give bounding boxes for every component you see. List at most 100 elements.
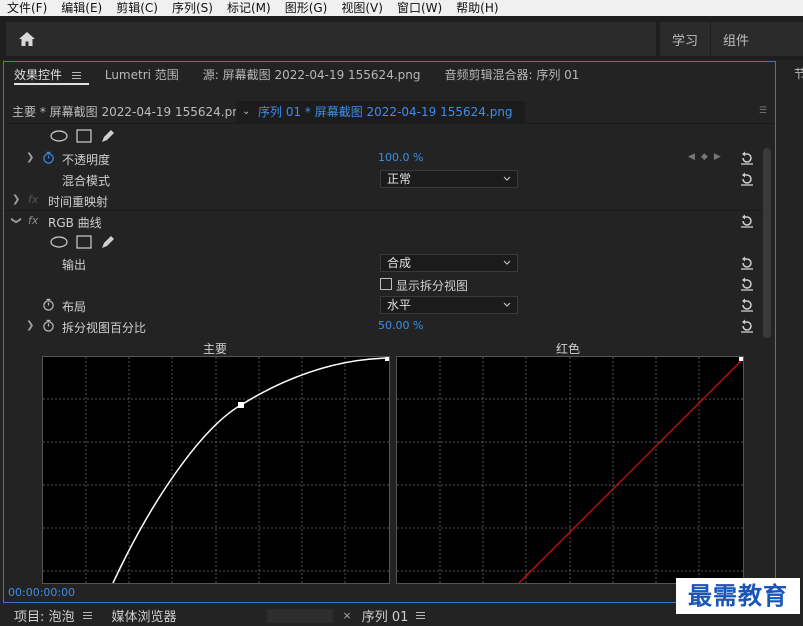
reset-icon[interactable]: [740, 319, 754, 333]
menu-window[interactable]: 窗口(W): [390, 0, 449, 16]
curve-endpoint[interactable]: [739, 357, 743, 361]
rectangle-mask-icon[interactable]: [76, 235, 92, 249]
tab-lumetri-scopes[interactable]: Lumetri 范围: [95, 62, 193, 88]
add-keyframe-icon[interactable]: ◆: [701, 152, 708, 162]
expand-chevron-icon[interactable]: ❯: [12, 194, 20, 205]
split-view-checkbox[interactable]: [380, 278, 392, 290]
rectangle-mask-icon[interactable]: [76, 129, 92, 143]
tab-audio-clip-mixer[interactable]: 音频剪辑混合器: 序列 01: [435, 62, 594, 88]
opacity-row: ❯ 不透明度 100.0 % ◀ ◆ ▶: [4, 148, 762, 169]
reset-icon[interactable]: [740, 151, 754, 165]
watermark-logo: 最需教育: [676, 578, 800, 614]
output-label: 输出: [62, 258, 87, 272]
fx-icon: fx: [28, 193, 39, 206]
menu-clip[interactable]: 剪辑(C): [109, 0, 165, 16]
menu-bar: 文件(F) 编辑(E) 剪辑(C) 序列(S) 标记(M) 图形(G) 视图(V…: [0, 0, 803, 16]
output-value: 合成: [387, 256, 412, 270]
panel-menu-icon[interactable]: [71, 70, 81, 81]
split-percent-label: 拆分视图百分比: [62, 321, 147, 335]
layout-dropdown[interactable]: 水平: [380, 296, 518, 314]
pen-mask-icon[interactable]: [100, 128, 116, 144]
curve-endpoint[interactable]: [385, 357, 389, 361]
workspace-header: 学习 组件: [0, 16, 803, 60]
workspace-tabs: 学习 组件: [660, 22, 803, 56]
panel-tabs: 效果控件 Lumetri 范围 源: 屏幕截图 2022-04-19 15562…: [4, 62, 775, 88]
ellipse-mask-icon[interactable]: [50, 130, 68, 142]
stopwatch-icon[interactable]: [42, 298, 55, 311]
menu-view[interactable]: 视图(V): [334, 0, 390, 16]
menu-help[interactable]: 帮助(H): [449, 0, 505, 16]
opacity-value[interactable]: 100.0 %: [378, 151, 423, 164]
fx-toggle-icon[interactable]: fx: [28, 214, 38, 227]
red-curve-line: [518, 358, 743, 583]
vertical-scrollbar[interactable]: [763, 148, 771, 338]
reset-icon[interactable]: [740, 256, 754, 270]
pen-mask-icon[interactable]: [100, 234, 116, 250]
blend-mode-label: 混合模式: [62, 174, 111, 188]
split-view-row: 显示拆分视图: [4, 274, 762, 295]
master-curve-editor[interactable]: [42, 356, 390, 584]
master-clip-label[interactable]: 主要 * 屏幕截图 2022-04-19 155624.png: [4, 103, 247, 120]
reset-icon[interactable]: [740, 172, 754, 186]
menu-marker[interactable]: 标记(M): [220, 0, 278, 16]
sequence-clip-text: 序列 01 * 屏幕截图 2022-04-19 155624.png: [258, 104, 513, 119]
home-icon[interactable]: [18, 30, 36, 48]
tab-project[interactable]: 项目: 泡泡: [14, 606, 75, 625]
workspace-learn[interactable]: 学习: [660, 30, 710, 49]
reset-icon[interactable]: [740, 277, 754, 291]
blend-mode-dropdown[interactable]: 正常: [380, 170, 518, 188]
chevron-down-icon: [503, 302, 511, 307]
right-panel-tab[interactable]: 节: [794, 65, 803, 82]
prev-keyframe-icon[interactable]: ◀: [688, 152, 695, 162]
master-curve-line: [112, 357, 389, 583]
reset-icon[interactable]: [740, 298, 754, 312]
tab-effect-controls[interactable]: 效果控件: [4, 62, 95, 88]
home-area: [6, 22, 656, 56]
close-icon[interactable]: ×: [343, 609, 352, 622]
effect-controls-panel: 效果控件 Lumetri 范围 源: 屏幕截图 2022-04-19 15562…: [3, 61, 776, 603]
stopwatch-icon[interactable]: [42, 151, 55, 164]
timecode[interactable]: 00:00:00:00: [8, 586, 75, 599]
blend-mode-value: 正常: [387, 172, 412, 186]
right-panel-strip: 节: [780, 61, 803, 603]
reset-icon[interactable]: [740, 214, 754, 228]
split-percent-value[interactable]: 50.00 %: [378, 319, 423, 332]
time-remap-row: ❯ fx 时间重映射: [4, 190, 762, 211]
menu-graphics[interactable]: 图形(G): [278, 0, 335, 16]
panel-menu-icon[interactable]: [82, 610, 92, 621]
grip-icon[interactable]: ☰: [759, 106, 767, 116]
expand-chevron-icon[interactable]: ❯: [26, 320, 34, 331]
stopwatch-icon[interactable]: [42, 319, 55, 332]
next-keyframe-icon[interactable]: ▶: [714, 152, 721, 162]
tab-source[interactable]: 源: 屏幕截图 2022-04-19 155624.png: [193, 62, 435, 88]
output-dropdown[interactable]: 合成: [380, 254, 518, 272]
mask-tools: [50, 234, 116, 250]
menu-sequence[interactable]: 序列(S): [165, 0, 220, 16]
master-curve-graph[interactable]: [43, 357, 389, 583]
tab-effect-controls-label: 效果控件: [14, 68, 63, 82]
tab-sequence[interactable]: 序列 01: [362, 606, 409, 625]
grid-lines: [397, 357, 743, 583]
red-curve-label: 红色: [556, 342, 581, 356]
curves-mask-row: [4, 232, 762, 253]
panel-menu-icon[interactable]: [416, 610, 426, 621]
menu-edit[interactable]: 编辑(E): [54, 0, 109, 16]
red-curve-graph[interactable]: [397, 357, 743, 583]
sequence-clip-label[interactable]: ⌄ 序列 01 * 屏幕截图 2022-04-19 155624.png: [236, 100, 525, 123]
ellipse-mask-icon[interactable]: [50, 236, 68, 248]
workspace-assembly[interactable]: 组件: [711, 30, 761, 49]
chevron-down-icon: [503, 260, 511, 265]
curve-control-point[interactable]: [238, 402, 244, 408]
menu-file[interactable]: 文件(F): [0, 0, 54, 16]
master-curve-label: 主要: [203, 342, 228, 356]
grid-lines: [43, 357, 389, 583]
collapse-chevron-icon[interactable]: ❯: [11, 216, 22, 224]
rgb-curves-label: RGB 曲线: [48, 216, 102, 230]
layout-value: 水平: [387, 298, 412, 312]
time-remap-label: 时间重映射: [48, 195, 109, 209]
red-curve-editor[interactable]: [396, 356, 744, 584]
expand-chevron-icon[interactable]: ❯: [26, 152, 34, 163]
layout-row: 布局 水平: [4, 295, 762, 316]
panel-divider: [266, 608, 333, 623]
tab-media-browser[interactable]: 媒体浏览器: [112, 606, 177, 625]
